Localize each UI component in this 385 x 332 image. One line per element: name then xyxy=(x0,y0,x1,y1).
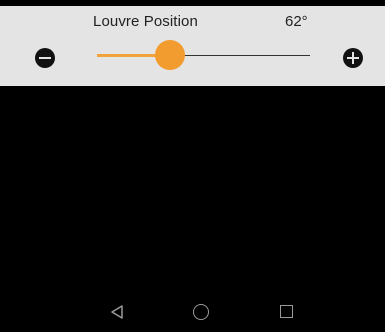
home-icon[interactable] xyxy=(193,304,209,320)
increase-button[interactable] xyxy=(343,48,363,68)
slider-thumb[interactable] xyxy=(155,40,186,70)
louvre-position-panel: Louvre Position 62° xyxy=(0,6,385,86)
plus-icon-vertical xyxy=(352,52,354,64)
slider-label: Louvre Position xyxy=(93,13,198,30)
navigation-bar xyxy=(0,290,385,332)
back-icon[interactable] xyxy=(110,305,124,319)
decrease-button[interactable] xyxy=(35,48,55,68)
minus-icon xyxy=(39,57,51,59)
recents-icon[interactable] xyxy=(280,305,293,318)
slider-track[interactable] xyxy=(97,54,310,57)
slider-value: 62° xyxy=(285,13,308,30)
